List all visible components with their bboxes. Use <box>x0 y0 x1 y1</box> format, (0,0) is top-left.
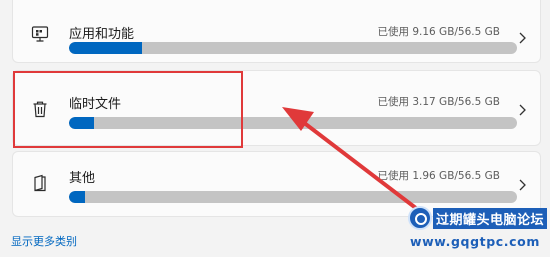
storage-item-apps[interactable]: 应用和功能 已使用 9.16 GB/56.5 GB <box>12 0 541 63</box>
watermark: 过期罐头电脑论坛 www.gqgtpc.com <box>405 203 550 257</box>
watermark-url: www.gqgtpc.com <box>410 234 540 249</box>
chevron-right-icon <box>519 179 526 191</box>
usage-bar <box>69 42 517 54</box>
storage-item-usage: 已使用 9.16 GB/56.5 GB <box>377 26 501 38</box>
document-icon <box>29 172 51 194</box>
usage-bar-fill <box>69 42 142 54</box>
storage-item-title: 其他 <box>69 171 96 186</box>
chevron-right-icon <box>519 32 526 44</box>
storage-item-temp-files[interactable]: 临时文件 已使用 3.17 GB/56.5 GB <box>12 70 541 146</box>
apps-icon <box>29 23 51 45</box>
usage-bar <box>69 191 517 203</box>
chevron-right-icon <box>519 104 526 116</box>
storage-item-usage: 已使用 1.96 GB/56.5 GB <box>377 170 501 182</box>
trash-icon <box>29 98 51 120</box>
storage-item-title: 临时文件 <box>69 97 122 112</box>
usage-bar <box>69 117 517 129</box>
usage-bar-fill <box>69 191 85 203</box>
storage-item-title: 应用和功能 <box>69 27 135 42</box>
storage-item-usage: 已使用 3.17 GB/56.5 GB <box>377 96 501 108</box>
watermark-logo-icon <box>408 206 432 230</box>
usage-bar-fill <box>69 117 95 129</box>
show-more-categories-link[interactable]: 显示更多类别 <box>11 233 77 249</box>
watermark-title: 过期罐头电脑论坛 <box>433 208 548 229</box>
